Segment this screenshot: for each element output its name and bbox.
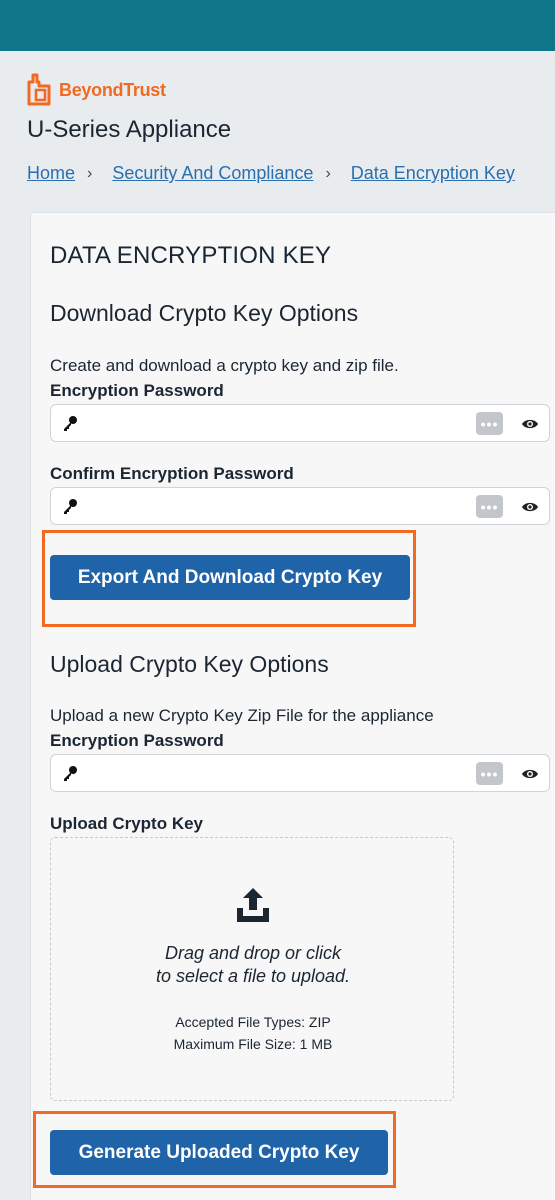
key-icon: [64, 499, 77, 514]
page-title: DATA ENCRYPTION KEY: [50, 242, 332, 269]
export-download-button[interactable]: Export And Download Crypto Key: [50, 555, 410, 600]
dropzone-instruction-line2: to select a file to upload.: [155, 966, 351, 986]
beyondtrust-logo-icon: [27, 73, 51, 106]
encryption-password-label: Encryption Password: [50, 381, 224, 400]
eye-icon[interactable]: [521, 765, 539, 783]
dots-icon[interactable]: •••: [476, 762, 503, 785]
encryption-password-field[interactable]: •••: [50, 404, 550, 442]
confirm-password-field[interactable]: •••: [50, 487, 550, 525]
dropzone-instruction-line1: Drag and drop or click: [164, 943, 342, 963]
breadcrumb-home[interactable]: Home: [27, 163, 75, 184]
max-file-size: Maximum File Size: 1 MB: [173, 1036, 333, 1052]
app-title: U-Series Appliance: [27, 116, 232, 143]
upload-crypto-key-label: Upload Crypto Key: [50, 814, 204, 833]
upload-encryption-password-label: Encryption Password: [50, 731, 224, 750]
upload-icon: [237, 888, 269, 922]
chevron-right-icon: ›: [87, 164, 93, 182]
chevron-right-icon: ›: [325, 164, 331, 182]
dots-icon[interactable]: •••: [476, 495, 503, 518]
key-icon: [64, 416, 77, 431]
breadcrumb-data-encryption-key[interactable]: Data Encryption Key: [351, 163, 515, 184]
accepted-file-types: Accepted File Types: ZIP: [175, 1014, 331, 1030]
breadcrumb: Home › Security And Compliance › Data En…: [27, 163, 515, 184]
breadcrumb-security-compliance[interactable]: Security And Compliance: [112, 163, 313, 184]
upload-description: Upload a new Crypto Key Zip File for the…: [50, 706, 434, 725]
key-icon: [64, 766, 77, 781]
dots-icon[interactable]: •••: [476, 412, 503, 435]
file-dropzone[interactable]: Drag and drop or click to select a file …: [50, 837, 454, 1101]
upload-encryption-password-field[interactable]: •••: [50, 754, 550, 792]
eye-icon[interactable]: [521, 415, 539, 433]
brand-logo: BeyondTrust: [27, 73, 166, 107]
eye-icon[interactable]: [521, 498, 539, 516]
brand-name: BeyondTrust: [59, 79, 166, 100]
generate-uploaded-key-button[interactable]: Generate Uploaded Crypto Key: [50, 1130, 388, 1175]
download-section-heading: Download Crypto Key Options: [50, 300, 359, 326]
top-bar: [0, 0, 555, 51]
download-description: Create and download a crypto key and zip…: [50, 356, 399, 375]
confirm-password-label: Confirm Encryption Password: [50, 464, 294, 483]
upload-section-heading: Upload Crypto Key Options: [50, 651, 329, 677]
